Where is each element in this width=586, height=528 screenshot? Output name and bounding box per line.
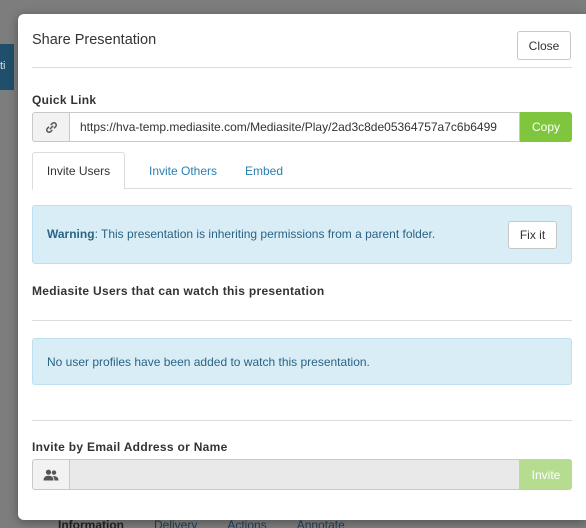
quick-link-label: Quick Link: [32, 93, 97, 107]
modal-title: Share Presentation: [32, 32, 157, 48]
users-section-heading: Mediasite Users that can watch this pres…: [32, 284, 325, 298]
header-divider: [32, 67, 572, 68]
no-users-alert: No user profiles have been added to watc…: [32, 338, 572, 385]
tab-invite-others[interactable]: Invite Others: [142, 152, 224, 189]
copy-button[interactable]: Copy: [520, 112, 572, 142]
background-sidebar-text: ti: [0, 60, 6, 72]
share-tabs: Invite Users Invite Others Embed: [32, 152, 572, 190]
permission-warning-alert: Warning: This presentation is inheriting…: [32, 205, 572, 264]
warning-prefix: Warning: [47, 227, 95, 241]
invite-heading: Invite by Email Address or Name: [32, 440, 228, 454]
warning-message: : This presentation is inheriting permis…: [94, 227, 436, 241]
modal-header: Share Presentation Close: [18, 14, 586, 68]
users-divider-bottom: [32, 420, 572, 421]
invite-button[interactable]: Invite: [520, 459, 572, 490]
warning-text: Warning: This presentation is inheriting…: [47, 227, 435, 241]
quick-link-row: https://hva-temp.mediasite.com/Mediasite…: [32, 112, 572, 142]
no-users-message: No user profiles have been added to watc…: [47, 355, 370, 369]
share-presentation-modal: Share Presentation Close Quick Link http…: [18, 14, 586, 520]
users-divider-top: [32, 320, 572, 321]
link-icon: [32, 112, 69, 142]
close-button[interactable]: Close: [517, 31, 571, 60]
fix-it-button[interactable]: Fix it: [508, 221, 557, 249]
quick-link-input[interactable]: https://hva-temp.mediasite.com/Mediasite…: [69, 112, 520, 142]
invite-row: Invite: [32, 459, 572, 490]
tab-invite-users[interactable]: Invite Users: [32, 152, 125, 190]
users-icon: [32, 459, 69, 490]
invite-input[interactable]: [69, 459, 520, 490]
tab-embed[interactable]: Embed: [240, 152, 288, 189]
